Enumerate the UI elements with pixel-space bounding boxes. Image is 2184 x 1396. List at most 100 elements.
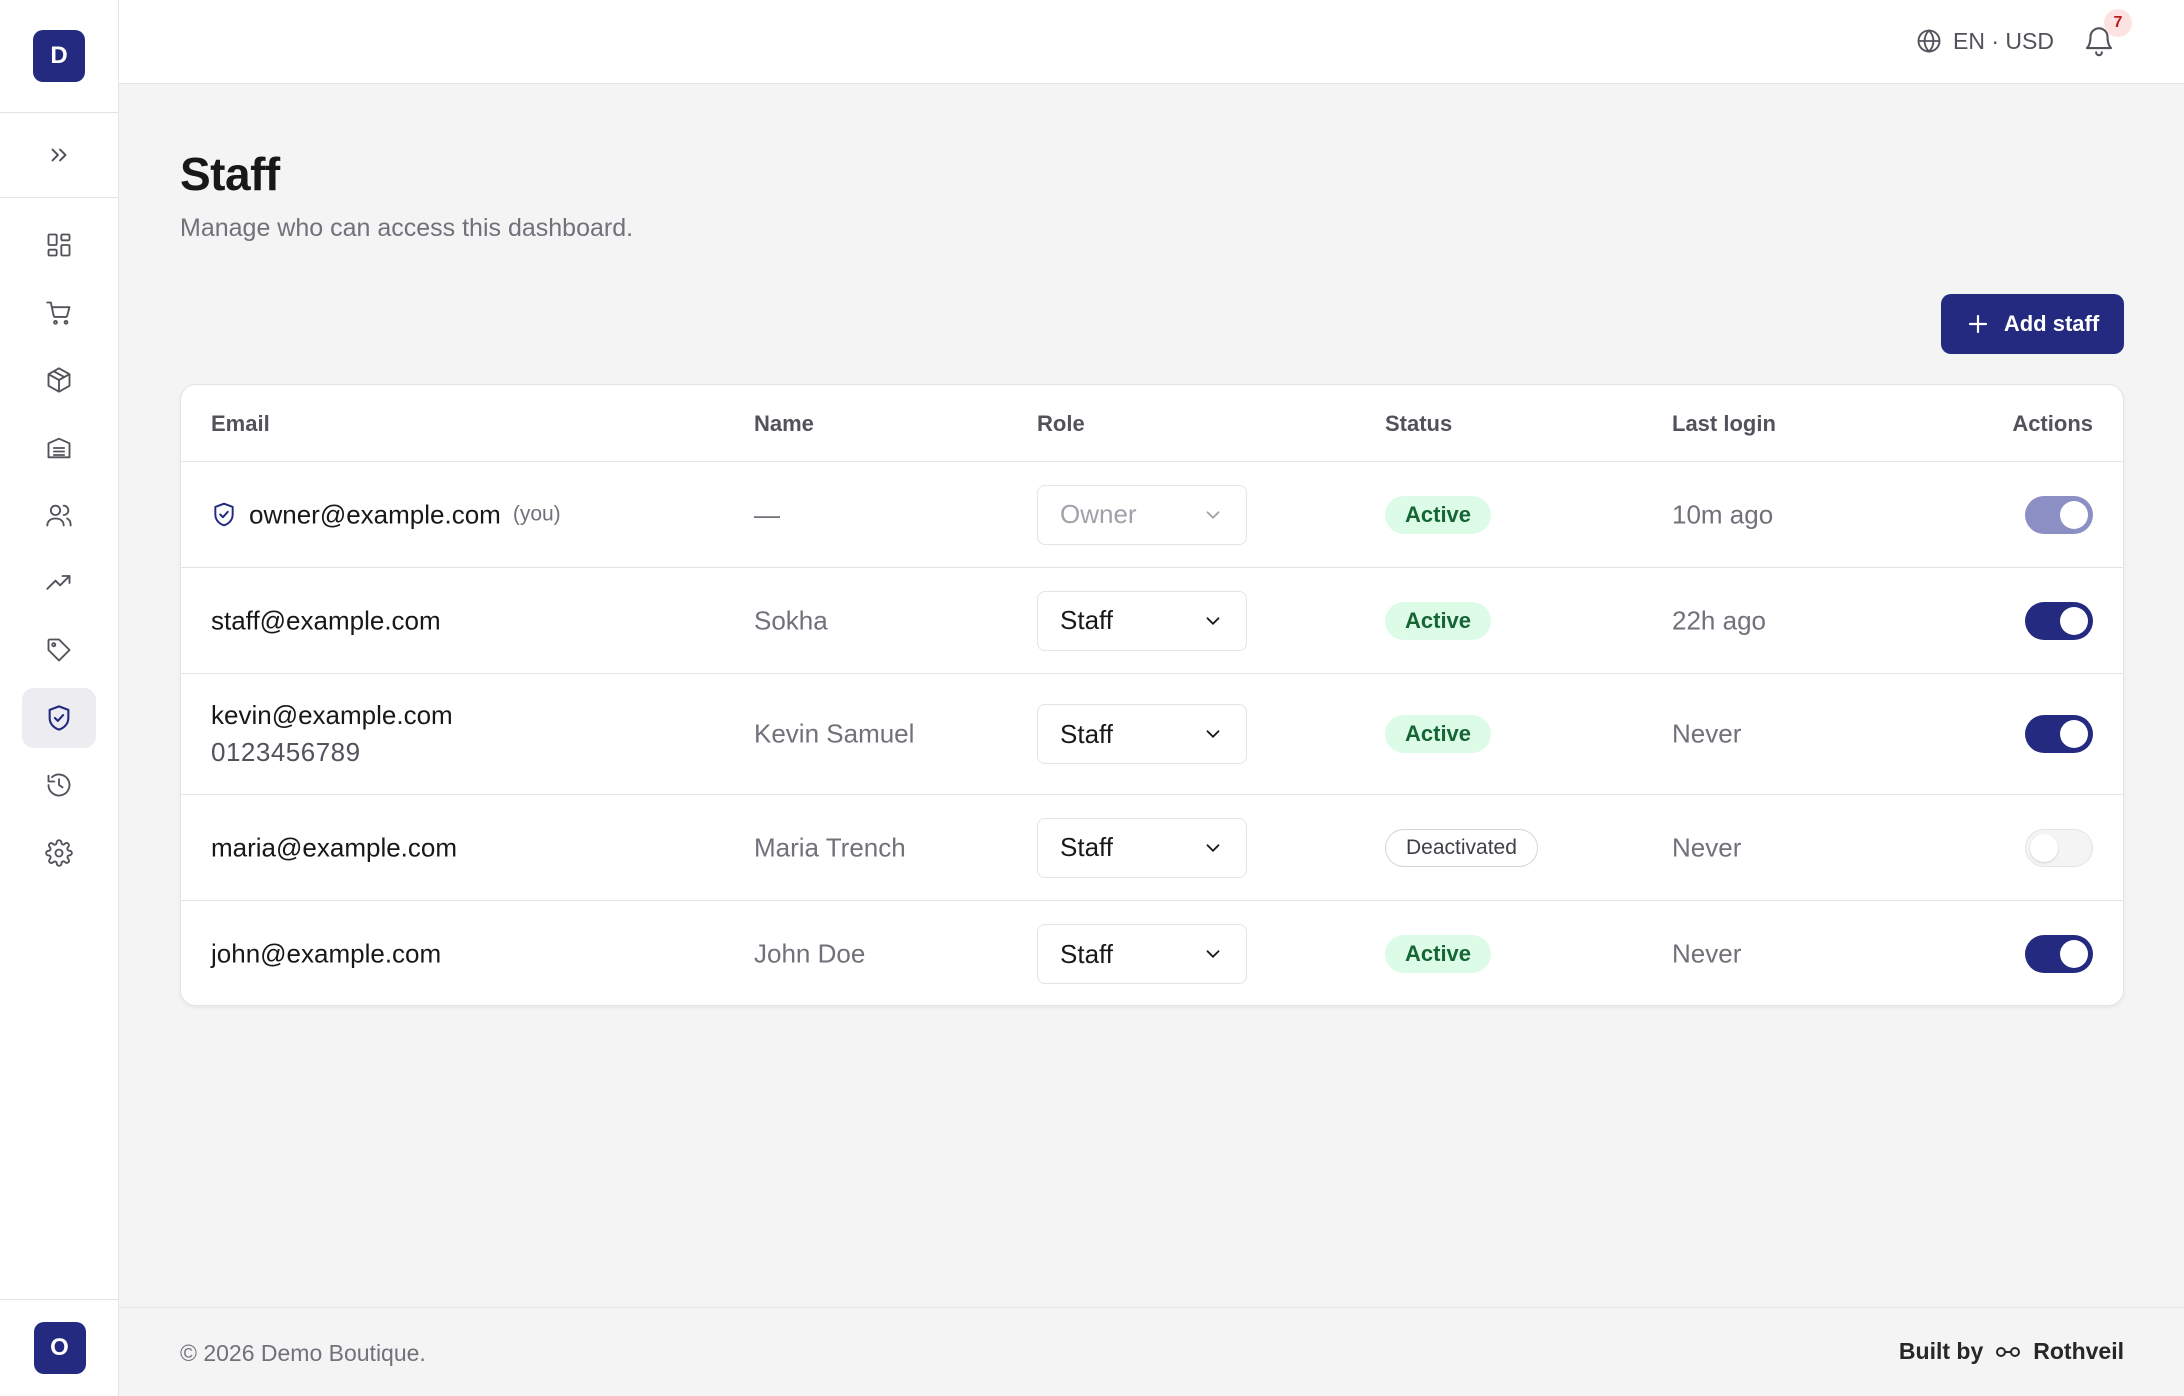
link-icon bbox=[1995, 1343, 2021, 1361]
page-title: Staff bbox=[180, 148, 280, 200]
sidebar-item-inventory[interactable] bbox=[22, 418, 96, 478]
email-text: john@example.com bbox=[211, 938, 442, 969]
table-row: john@example.com John Doe Staff Active N… bbox=[181, 901, 2123, 1005]
sidebar-item-products[interactable] bbox=[22, 350, 96, 410]
sidebar: D O bbox=[0, 0, 119, 1396]
built-by-link[interactable]: Built by Rothveil bbox=[1899, 1338, 2124, 1365]
sidebar-header: D bbox=[0, 0, 118, 113]
active-toggle[interactable] bbox=[2025, 828, 2093, 867]
chevrons-right-icon[interactable] bbox=[46, 142, 72, 168]
active-toggle[interactable] bbox=[2025, 935, 2093, 973]
name-cell: — bbox=[754, 499, 780, 529]
last-login: Never bbox=[1672, 938, 1742, 969]
staff-table: Email Name Role Status Last login Action… bbox=[180, 384, 2124, 1006]
history-icon bbox=[45, 771, 73, 799]
users-icon bbox=[45, 501, 73, 529]
role-select: Owner bbox=[1037, 484, 1247, 545]
sidebar-item-settings[interactable] bbox=[22, 823, 96, 883]
chevron-down-icon bbox=[1202, 943, 1224, 965]
email-cell: maria@example.com bbox=[211, 832, 457, 863]
toggle-knob bbox=[2060, 720, 2088, 748]
archive-icon bbox=[45, 434, 73, 462]
email-text: owner@example.com bbox=[249, 499, 501, 529]
shield-check-icon bbox=[211, 502, 237, 528]
sidebar-item-customers[interactable] bbox=[22, 485, 96, 545]
table-row: maria@example.com Maria Trench Staff Dea… bbox=[181, 795, 2123, 901]
last-login: Never bbox=[1672, 832, 1742, 862]
user-avatar[interactable]: O bbox=[33, 1322, 86, 1374]
sidebar-item-discounts[interactable] bbox=[22, 620, 96, 680]
you-label: (you) bbox=[512, 502, 561, 526]
sidebar-nav bbox=[0, 198, 118, 890]
sidebar-item-analytics[interactable] bbox=[22, 553, 96, 613]
role-value: Staff bbox=[1060, 832, 1114, 862]
toggle-knob bbox=[2060, 500, 2088, 529]
toggle-knob bbox=[2030, 833, 2058, 862]
trending-icon bbox=[45, 569, 73, 597]
name-cell: John Doe bbox=[754, 938, 866, 969]
toggle-knob bbox=[2060, 606, 2088, 635]
status-badge: Deactivated bbox=[1385, 828, 1538, 867]
chevron-down-icon bbox=[1202, 610, 1224, 632]
built-by-label: Built by bbox=[1898, 1338, 1984, 1364]
active-toggle[interactable] bbox=[2025, 601, 2093, 640]
add-staff-button[interactable]: Add staff bbox=[1941, 294, 2124, 354]
notifications-badge: 7 bbox=[2104, 9, 2132, 37]
topbar: EN · USD 7 bbox=[119, 0, 2184, 84]
role-select[interactable]: Staff bbox=[1037, 704, 1247, 764]
role-value: Staff bbox=[1060, 938, 1114, 969]
box-icon bbox=[45, 366, 73, 394]
header-actions: Actions bbox=[2012, 411, 2093, 436]
name-cell: Kevin Samuel bbox=[754, 718, 915, 749]
chevron-down-icon bbox=[1202, 837, 1224, 859]
role-value: Owner bbox=[1060, 499, 1137, 529]
globe-icon bbox=[1915, 27, 1943, 55]
table-row: owner@example.com (you) — Owner Active 1… bbox=[181, 462, 2123, 568]
name-cell: Sokha bbox=[754, 605, 828, 635]
sidebar-item-dashboard[interactable] bbox=[22, 215, 96, 275]
header-last-login: Last login bbox=[1672, 411, 1776, 436]
table-row: staff@example.com Sokha Staff Active 22h… bbox=[181, 568, 2123, 674]
locale-switcher[interactable]: EN · USD bbox=[1915, 25, 2054, 57]
role-value: Staff bbox=[1060, 718, 1114, 749]
sidebar-item-orders[interactable] bbox=[22, 283, 96, 343]
status-badge: Active bbox=[1385, 601, 1492, 640]
sidebar-toggle-area bbox=[0, 113, 118, 198]
chevron-down-icon bbox=[1202, 723, 1224, 745]
footer: © 2026 Demo Boutique. Built by Rothveil bbox=[119, 1307, 2184, 1396]
status-badge: Active bbox=[1385, 495, 1492, 534]
role-select[interactable]: Staff bbox=[1037, 817, 1247, 878]
email-text: staff@example.com bbox=[211, 605, 441, 635]
shield-icon bbox=[45, 704, 73, 732]
email-cell: owner@example.com (you) bbox=[211, 499, 561, 530]
header-role: Role bbox=[1037, 411, 1085, 436]
email-text: maria@example.com bbox=[211, 832, 458, 862]
active-toggle[interactable] bbox=[2025, 715, 2093, 753]
phone-text: 0123456789 bbox=[211, 737, 361, 767]
last-login: Never bbox=[1672, 718, 1742, 749]
header-email: Email bbox=[211, 411, 270, 436]
name-cell: Maria Trench bbox=[754, 832, 906, 862]
email-cell: kevin@example.com 0123456789 bbox=[211, 700, 453, 768]
cart-icon bbox=[45, 299, 73, 327]
email-text: kevin@example.com bbox=[211, 700, 453, 730]
sidebar-item-staff[interactable] bbox=[22, 687, 96, 748]
brand-avatar[interactable]: D bbox=[33, 30, 85, 82]
role-select[interactable]: Staff bbox=[1037, 924, 1247, 984]
sidebar-item-activity[interactable] bbox=[22, 755, 96, 815]
tag-icon bbox=[45, 636, 73, 664]
add-staff-label: Add staff bbox=[2003, 311, 2100, 336]
page-subtitle: Manage who can access this dashboard. bbox=[180, 214, 634, 242]
status-badge: Active bbox=[1385, 935, 1492, 973]
locale-label: EN · USD bbox=[1953, 27, 2054, 54]
last-login: 22h ago bbox=[1672, 605, 1766, 635]
dashboard-icon bbox=[45, 231, 73, 259]
email-cell: staff@example.com bbox=[211, 605, 441, 636]
table-row: kevin@example.com 0123456789 Kevin Samue… bbox=[181, 674, 2123, 795]
email-cell: john@example.com bbox=[211, 939, 441, 970]
chevron-down-icon bbox=[1202, 504, 1224, 526]
gear-icon bbox=[45, 838, 73, 867]
role-select[interactable]: Staff bbox=[1037, 590, 1247, 651]
header-status: Status bbox=[1385, 411, 1453, 436]
active-toggle bbox=[2025, 495, 2093, 534]
